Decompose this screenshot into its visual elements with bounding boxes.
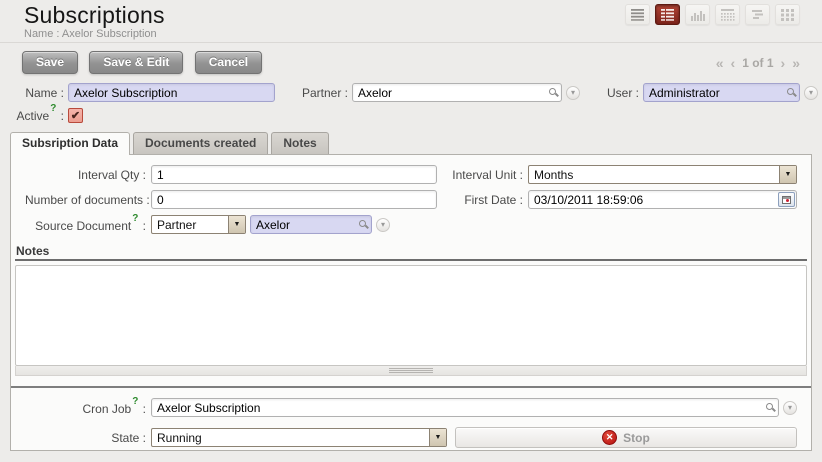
save-edit-button[interactable]: Save & Edit (89, 51, 183, 74)
source-document-row: Source Document? : Partner (25, 215, 797, 234)
source-document-label: Source Document? : (25, 217, 146, 233)
interval-unit-select[interactable]: Months (528, 165, 797, 184)
textarea-resize-handle[interactable] (15, 366, 807, 376)
kanban-view-icon (780, 8, 795, 22)
interval-row: Interval Qty : Interval Unit : Months (25, 165, 797, 184)
interval-qty-label: Interval Qty : (25, 168, 146, 182)
notebook-tabs: Subsription Data Documents created Notes (10, 132, 812, 154)
number-of-documents-label: Number of documents : (25, 193, 146, 207)
gantt-view-icon (750, 8, 765, 21)
select-arrow-icon (429, 429, 446, 446)
save-button[interactable]: Save (22, 51, 78, 74)
source-model-select[interactable]: Partner (151, 215, 246, 234)
state-label: State : (25, 431, 146, 445)
calendar-icon (782, 196, 791, 204)
partner-input[interactable] (352, 83, 562, 102)
search-icon[interactable] (787, 88, 794, 95)
state-row: State : Running Stop (25, 427, 797, 448)
form-view-icon (660, 8, 675, 21)
toolbar: Save Save & Edit Cancel « ‹ 1 of 1 › » (0, 43, 822, 80)
cron-job-dropdown-button[interactable] (783, 401, 797, 415)
interval-unit-label: Interval Unit : (437, 168, 523, 182)
search-icon[interactable] (549, 88, 556, 95)
active-checkbox[interactable] (68, 108, 83, 123)
search-icon[interactable] (766, 403, 773, 410)
cron-job-input[interactable] (151, 398, 779, 417)
calendar-view-button[interactable] (715, 4, 740, 25)
last-record-icon[interactable]: » (792, 57, 800, 69)
name-input[interactable] (68, 83, 275, 102)
stop-button[interactable]: Stop (455, 427, 797, 448)
next-record-icon[interactable]: › (781, 57, 786, 69)
active-label: Active? : (0, 107, 64, 123)
help-icon: ? (50, 103, 56, 114)
user-label: User : (588, 86, 639, 100)
help-icon: ? (132, 213, 138, 224)
source-record-input[interactable] (250, 215, 372, 234)
tab-notes[interactable]: Notes (271, 132, 328, 154)
cron-job-field (151, 398, 779, 417)
notes-section-label: Notes (16, 244, 807, 258)
gantt-view-button[interactable] (745, 4, 770, 25)
user-input[interactable] (643, 83, 800, 102)
source-record-field (250, 215, 372, 234)
subscription-data-panel: Interval Qty : Interval Unit : Months Nu… (10, 154, 812, 451)
search-icon[interactable] (359, 220, 366, 227)
user-dropdown-button[interactable] (804, 86, 818, 100)
interval-qty-input[interactable] (151, 165, 437, 184)
tab-subscription-data[interactable]: Subsription Data (10, 132, 130, 155)
record-pager: « ‹ 1 of 1 › » (716, 56, 800, 70)
graph-view-icon (690, 8, 706, 22)
active-row: Active? : (0, 107, 822, 123)
form-view-button[interactable] (655, 4, 680, 25)
previous-record-icon[interactable]: ‹ (731, 57, 736, 69)
documents-row: Number of documents : First Date : (25, 190, 797, 209)
help-icon: ? (132, 396, 138, 407)
cron-job-label: Cron Job? : (25, 400, 146, 416)
user-field (643, 83, 800, 102)
pager-count: 1 of 1 (742, 56, 773, 70)
partner-dropdown-button[interactable] (566, 86, 580, 100)
action-buttons: Save Save & Edit Cancel (22, 51, 270, 74)
date-picker-button[interactable] (778, 192, 795, 207)
graph-view-button[interactable] (685, 4, 710, 25)
first-date-field (528, 190, 797, 209)
calendar-view-icon (720, 8, 735, 22)
stop-icon (602, 430, 617, 445)
record-breadcrumb: Name : Axelor Subscription (24, 28, 822, 40)
state-select[interactable]: Running (151, 428, 447, 447)
header: Subscriptions Name : Axelor Subscription (0, 0, 822, 43)
notes-textarea[interactable] (15, 265, 807, 366)
view-switcher (625, 4, 800, 25)
name-label: Name : (0, 86, 64, 100)
first-date-input[interactable] (528, 190, 797, 209)
list-view-icon (630, 8, 645, 21)
notes-separator (15, 259, 807, 261)
partner-label: Partner : (275, 86, 348, 100)
list-view-button[interactable] (625, 4, 650, 25)
first-date-label: First Date : (437, 193, 523, 207)
number-of-documents-input[interactable] (151, 190, 437, 209)
partner-field (352, 83, 562, 102)
kanban-view-button[interactable] (775, 4, 800, 25)
cron-job-row: Cron Job? : (25, 398, 797, 417)
top-fields-row: Name : Partner : User : (0, 83, 818, 102)
first-record-icon[interactable]: « (716, 57, 724, 69)
source-record-dropdown-button[interactable] (376, 218, 390, 232)
grip-icon (389, 368, 433, 373)
subscriptions-form-page: Subscriptions Name : Axelor Subscription (0, 0, 822, 462)
tab-documents-created[interactable]: Documents created (133, 132, 268, 154)
stop-button-label: Stop (623, 431, 650, 445)
footer-separator (11, 386, 811, 388)
select-arrow-icon (779, 166, 796, 183)
select-arrow-icon (228, 216, 245, 233)
check-icon (71, 108, 80, 122)
cancel-button[interactable]: Cancel (195, 51, 262, 74)
